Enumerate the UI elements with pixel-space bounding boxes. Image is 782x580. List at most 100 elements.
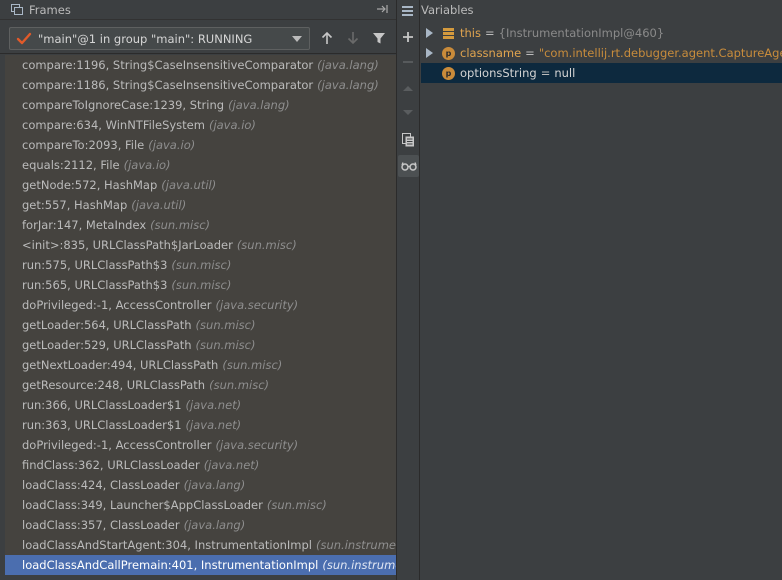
frame-method: compare:634, WinNTFileSystem [22,118,205,132]
frame-package: (java.security) [215,438,299,452]
frame-package: (java.lang) [183,518,246,532]
variable-row[interactable]: this = {InstrumentationImpl@460} [421,23,782,43]
frame-package: (java.lang) [183,478,246,492]
frame-row[interactable]: compareTo:2093, File (java.io) [5,135,396,155]
frame-method: run:366, URLClassLoader$1 [22,398,182,412]
frame-row[interactable]: compareToIgnoreCase:1239, String (java.la… [5,95,396,115]
frame-method: <init>:835, URLClassPath$JarLoader [22,238,233,252]
frame-package: (java.io) [208,118,256,132]
frame-row[interactable]: loadClass:424, ClassLoader (java.lang) [5,475,396,495]
arrow-down-icon[interactable] [344,29,362,47]
parameter-icon: p [442,46,455,60]
glasses-icon[interactable] [398,155,419,177]
variable-row[interactable]: p optionsString = null [421,63,782,83]
variable-name: optionsString [460,66,537,80]
frame-row[interactable]: doPrivileged:-1, AccessController (java.s… [5,435,396,455]
frame-row[interactable]: compare:1186, String$CaseInsensitiveComp… [5,75,396,95]
frames-list[interactable]: compare:1196, String$CaseInsensitiveComp… [5,55,419,575]
frame-row[interactable]: getLoader:564, URLClassPath (sun.misc) [5,315,396,335]
frame-row[interactable]: <init>:835, URLClassPath$JarLoader (sun.m… [5,235,396,255]
frame-method: getLoader:564, URLClassPath [22,318,192,332]
copy-icon[interactable] [397,129,419,151]
frame-package: (sun.misc) [195,338,256,352]
variable-equals: = [484,26,495,40]
frame-method: loadClassAndStartAgent:304, Instrumentat… [22,538,312,552]
frame-package: (java.security) [215,298,299,312]
frame-package: (sun.misc) [150,218,211,232]
frame-package: (java.lang) [228,98,290,112]
move-down-icon[interactable] [397,102,419,124]
frame-row[interactable]: doPrivileged:-1, AccessController (java.s… [5,295,396,315]
frame-method: loadClass:424, ClassLoader [22,478,180,492]
frame-package: (java.io) [148,138,196,152]
frame-method: loadClass:357, ClassLoader [22,518,180,532]
frame-method: compare:1186, String$CaseInsensitiveComp… [22,78,314,92]
frame-package: (sun.misc) [222,358,283,372]
thread-dropdown[interactable]: "main"@1 in group "main": RUNNING [9,27,310,50]
frame-method: run:363, URLClassLoader$1 [22,418,182,432]
frame-row[interactable]: get:557, HashMap (java.util) [5,195,396,215]
frame-package: (java.net) [185,398,242,412]
frames-title: Frames [29,2,71,17]
frame-row[interactable]: equals:2112, File (java.io) [5,155,396,175]
variable-value: null [554,66,576,80]
frame-row[interactable]: getResource:248, URLClassPath (sun.misc) [5,375,396,395]
checkmark-icon [16,31,32,47]
expand-arrow-icon[interactable] [426,48,433,58]
chevron-down-icon [292,36,302,42]
frame-row[interactable]: loadClass:357, ClassLoader (java.lang) [5,515,396,535]
frame-method: forJar:147, MetaIndex [22,218,147,232]
frame-row[interactable]: findClass:362, URLClassLoader (java.net) [5,455,396,475]
frames-panel: Frames "main"@1 in group "main": RUNNING [0,0,419,580]
frame-package: (sun.misc) [236,238,297,252]
pin-icon[interactable] [376,3,390,15]
frame-row[interactable]: compare:1196, String$CaseInsensitiveComp… [5,55,396,75]
arrow-up-icon[interactable] [318,29,336,47]
frame-row[interactable]: getLoader:529, URLClassPath (sun.misc) [5,335,396,355]
frame-method: getNextLoader:494, URLClassPath [22,358,219,372]
frame-package: (java.lang) [317,78,379,92]
frame-method: compareToIgnoreCase:1239, String [22,98,225,112]
frame-method: get:557, HashMap [22,198,128,212]
variable-row[interactable]: p classname = "com.intellij.rt.debugger.age… [421,43,782,63]
frame-row[interactable]: getNode:572, HashMap (java.util) [5,175,396,195]
frame-method: run:565, URLClassPath$3 [22,278,168,292]
frames-header: Frames [0,0,396,20]
frame-method: compare:1196, String$CaseInsensitiveComp… [22,58,314,72]
frame-method: loadClassAndCallPremain:401, Instrumenta… [22,558,319,572]
frame-row[interactable]: loadClass:349, Launcher$AppClassLoader (s… [5,495,396,515]
frame-package: (java.net) [203,458,260,472]
frames-toolbar: "main"@1 in group "main": RUNNING [0,21,396,54]
frame-package: (java.util) [161,178,217,192]
frame-row[interactable]: forJar:147, MetaIndex (sun.misc) [5,215,396,235]
variables-icon [402,5,415,16]
frame-package: (sun.misc) [195,318,256,332]
frame-package: (java.io) [123,158,171,172]
frame-row[interactable]: run:575, URLClassPath$3 (sun.misc) [5,255,396,275]
frame-package: (java.util) [131,198,187,212]
frame-row[interactable]: getNextLoader:494, URLClassPath (sun.misc… [5,355,396,375]
frame-row[interactable]: loadClassAndCallPremain:401, Instrumenta… [5,555,419,575]
frame-row[interactable]: run:366, URLClassLoader$1 (java.net) [5,395,396,415]
filter-icon[interactable] [370,29,388,47]
expand-arrow-icon[interactable] [426,28,433,38]
remove-watch-icon[interactable] [397,51,419,73]
add-watch-icon[interactable] [397,26,419,48]
variable-name: classname [460,46,522,60]
frame-row[interactable]: compare:634, WinNTFileSystem (java.io) [5,115,396,135]
variables-title: Variables [421,3,474,17]
frame-method: getResource:248, URLClassPath [22,378,206,392]
frames-icon [11,4,24,15]
frame-method: getNode:572, HashMap [22,178,158,192]
frame-package: (sun.misc) [209,378,270,392]
variable-name: this [460,26,481,40]
variable-value: "com.intellij.rt.debugger.agent.CaptureA… [538,46,782,60]
frame-package: (sun.misc) [266,498,327,512]
move-up-icon[interactable] [397,77,419,99]
variables-action-strip [396,0,420,580]
frame-row[interactable]: run:565, URLClassPath$3 (sun.misc) [5,275,396,295]
frame-row[interactable]: loadClassAndStartAgent:304, Instrumentat… [5,535,412,555]
frame-row[interactable]: run:363, URLClassLoader$1 (java.net) [5,415,396,435]
frame-method: doPrivileged:-1, AccessController [22,438,212,452]
variables-header: Variables [402,0,474,20]
